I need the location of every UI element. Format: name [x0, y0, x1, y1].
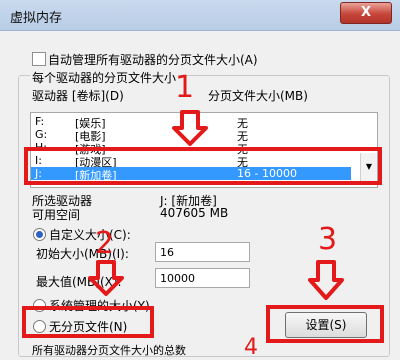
free-space-label: 可用空间	[32, 208, 81, 222]
close-icon: X	[360, 5, 372, 20]
auto-manage-label: 自动管理所有驱动器的分页文件大小(A)	[48, 53, 258, 67]
annotation-box-no-paging	[22, 306, 154, 338]
annotation-number-4: 4	[244, 335, 258, 360]
close-button[interactable]: X	[340, 2, 392, 24]
initial-size-input[interactable]: 16	[155, 242, 250, 262]
down-arrow-icon	[172, 110, 208, 146]
free-space-value: 407605 MB	[160, 206, 229, 220]
title-bar: 虚拟内存 X	[0, 0, 400, 31]
auto-manage-checkbox[interactable]	[32, 52, 46, 66]
annotation-number-1: 1	[175, 70, 195, 105]
annotation-number-3: 3	[318, 222, 338, 257]
down-arrow-icon	[308, 260, 344, 300]
custom-size-label: 自定义大小(C):	[49, 228, 131, 242]
column-drive-header: 驱动器 [卷标](D)	[32, 89, 124, 103]
total-size-label: 所有驱动器分页文件大小的总数	[32, 344, 186, 357]
window-title: 虚拟内存	[10, 11, 63, 26]
max-size-input[interactable]: 10000	[155, 268, 250, 288]
section-title: 每个驱动器的分页文件大小	[30, 69, 179, 86]
custom-size-radio[interactable]	[33, 228, 46, 241]
annotation-box-set	[266, 305, 384, 343]
down-arrow-icon	[88, 260, 124, 296]
column-size-header: 分页文件大小(MB)	[208, 89, 308, 103]
annotation-number-2: 2	[95, 226, 115, 261]
annotation-box-drive	[24, 147, 382, 185]
